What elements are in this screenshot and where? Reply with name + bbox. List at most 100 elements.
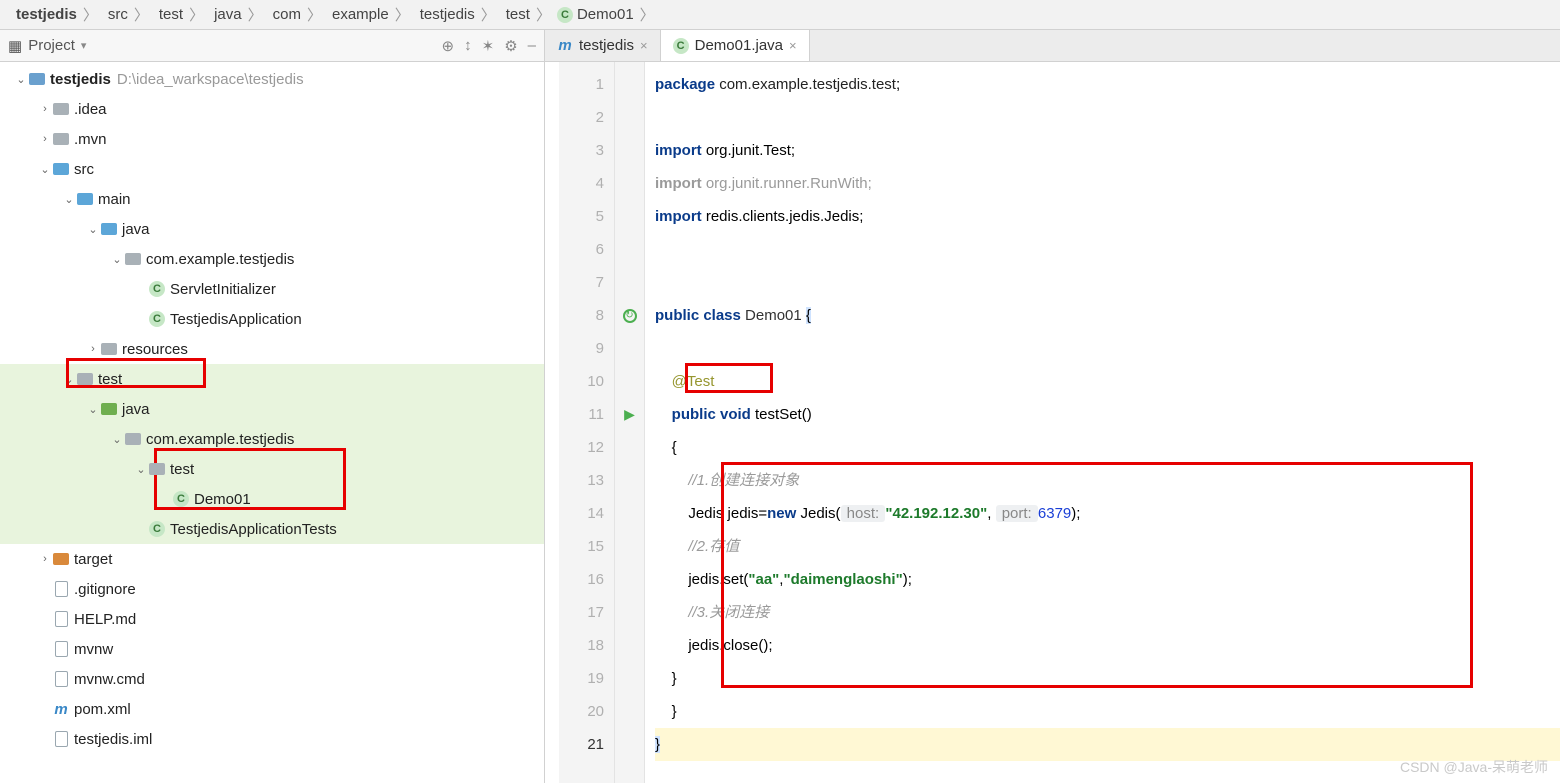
tree-node[interactable]: TestjedisApplicationTests [0,514,544,544]
breadcrumb-item[interactable]: java [206,6,246,23]
line-number[interactable]: 7 [559,266,614,299]
line-number[interactable]: 12 [559,431,614,464]
breadcrumb-label: src [108,6,128,23]
expand-icon[interactable]: ⌄ [38,163,52,176]
tree-label: java [122,221,150,238]
class-icon [172,490,190,508]
breadcrumb-item[interactable]: src [100,6,132,23]
gutter-icon-slot [615,68,644,101]
line-number[interactable]: 8 [559,299,614,332]
tree-node[interactable]: mvnw [0,634,544,664]
tree-node[interactable]: ⌄ test [0,364,544,394]
breadcrumb-item[interactable]: test [151,6,187,23]
expand-icon[interactable]: ⌄ [134,463,148,476]
tree-node[interactable]: ›target [0,544,544,574]
expand-icon[interactable]: ⌄ [86,223,100,236]
tree-node[interactable]: ⌄com.example.testjedis [0,244,544,274]
chevron-right-icon: 〉 [305,4,324,25]
tree-node[interactable]: testjedis.iml [0,724,544,754]
tree-node[interactable]: HELP.md [0,604,544,634]
toolbar-action[interactable]: ✶ [482,37,495,55]
expand-icon[interactable]: › [38,553,52,565]
folder-icon [52,160,70,178]
tree-node[interactable]: TestjedisApplication [0,304,544,334]
tree-node[interactable]: pom.xml [0,694,544,724]
tree-label: java [122,401,150,418]
editor-tab[interactable]: Demo01.java× [661,30,810,61]
expand-icon[interactable]: ⌄ [14,73,28,86]
line-number[interactable]: 19 [559,662,614,695]
expand-icon[interactable]: ⌄ [110,253,124,266]
run-class-icon[interactable]: ↻ [615,299,644,332]
tree-node[interactable]: ⌄ java [0,394,544,424]
tree-label: testjedis [50,71,111,88]
class-icon [148,520,166,538]
line-number[interactable]: 17 [559,596,614,629]
tree-node[interactable]: ServletInitializer [0,274,544,304]
toolbar-action[interactable]: ⊕ [442,37,455,55]
editor-tab[interactable]: testjedis× [545,30,661,61]
line-number[interactable]: 14 [559,497,614,530]
expand-icon[interactable]: ⌄ [62,373,76,386]
expand-icon[interactable]: ⌄ [86,403,100,416]
gutter-icon-slot [615,530,644,563]
tree-label: test [98,371,122,388]
line-number[interactable]: 15 [559,530,614,563]
line-number[interactable]: 6 [559,233,614,266]
tree-node[interactable]: ⌄main [0,184,544,214]
tree-node[interactable]: ›resources [0,334,544,364]
line-number[interactable]: 13 [559,464,614,497]
expand-icon[interactable]: › [86,343,100,355]
close-icon[interactable]: × [640,38,648,53]
breadcrumb-label: testjedis [420,6,475,23]
breadcrumb-item[interactable]: example [324,6,393,23]
dropdown-icon[interactable]: ▾ [81,39,87,52]
run-test-icon[interactable]: ▶ [615,398,644,431]
breadcrumb-item[interactable]: testjedis [8,6,81,23]
tree-node[interactable]: mvnw.cmd [0,664,544,694]
expand-icon[interactable]: › [38,133,52,145]
line-number[interactable]: 21 [559,728,614,761]
line-number[interactable]: 2 [559,101,614,134]
line-number[interactable]: 9 [559,332,614,365]
line-number[interactable]: 5 [559,200,614,233]
expand-icon[interactable]: ⌄ [62,193,76,206]
project-tree[interactable]: ⌄ testjedis D:\idea_warkspace\testjedis ›.i… [0,62,544,783]
breadcrumb-item[interactable]: com [265,6,305,23]
expand-icon[interactable]: ⌄ [110,433,124,446]
line-number[interactable]: 4 [559,167,614,200]
breadcrumb-item[interactable]: testjedis [412,6,479,23]
tree-node[interactable]: ⌄test [0,454,544,484]
line-number[interactable]: 16 [559,563,614,596]
code-editor[interactable]: 123456789101112131415161718192021 ↻▶ pac… [545,62,1560,783]
line-number[interactable]: 20 [559,695,614,728]
watermark: CSDN @Java-呆萌老师 [1400,757,1548,777]
line-number[interactable]: 18 [559,629,614,662]
line-number[interactable]: 10 [559,365,614,398]
tree-label: mvnw [74,641,113,658]
project-icon [28,70,46,88]
toolbar-action[interactable]: ⚙ [504,37,517,55]
tree-node[interactable]: ⌄ testjedis D:\idea_warkspace\testjedis [0,64,544,94]
toolbar-action[interactable]: – [528,37,536,55]
line-number[interactable]: 11 [559,398,614,431]
tree-node[interactable]: ›.idea [0,94,544,124]
toolbar-action[interactable]: ↕ [464,37,472,55]
breadcrumb-item[interactable]: Demo01 [553,6,638,23]
chevron-right-icon: 〉 [132,4,151,25]
tree-node[interactable]: ⌄src [0,154,544,184]
tree-node[interactable]: ⌄ java [0,214,544,244]
close-icon[interactable]: × [789,38,797,53]
line-number[interactable]: 3 [559,134,614,167]
folder-icon [100,400,118,418]
breadcrumb-label: example [332,6,389,23]
expand-icon[interactable]: › [38,103,52,115]
breadcrumb-item[interactable]: test [498,6,534,23]
tree-node[interactable]: Demo01 [0,484,544,514]
line-number[interactable]: 1 [559,68,614,101]
tree-node[interactable]: ›.mvn [0,124,544,154]
tree-node[interactable]: .gitignore [0,574,544,604]
tree-node[interactable]: ⌄com.example.testjedis [0,424,544,454]
gutter-icon-slot [615,464,644,497]
tree-meta: D:\idea_warkspace\testjedis [117,71,304,88]
